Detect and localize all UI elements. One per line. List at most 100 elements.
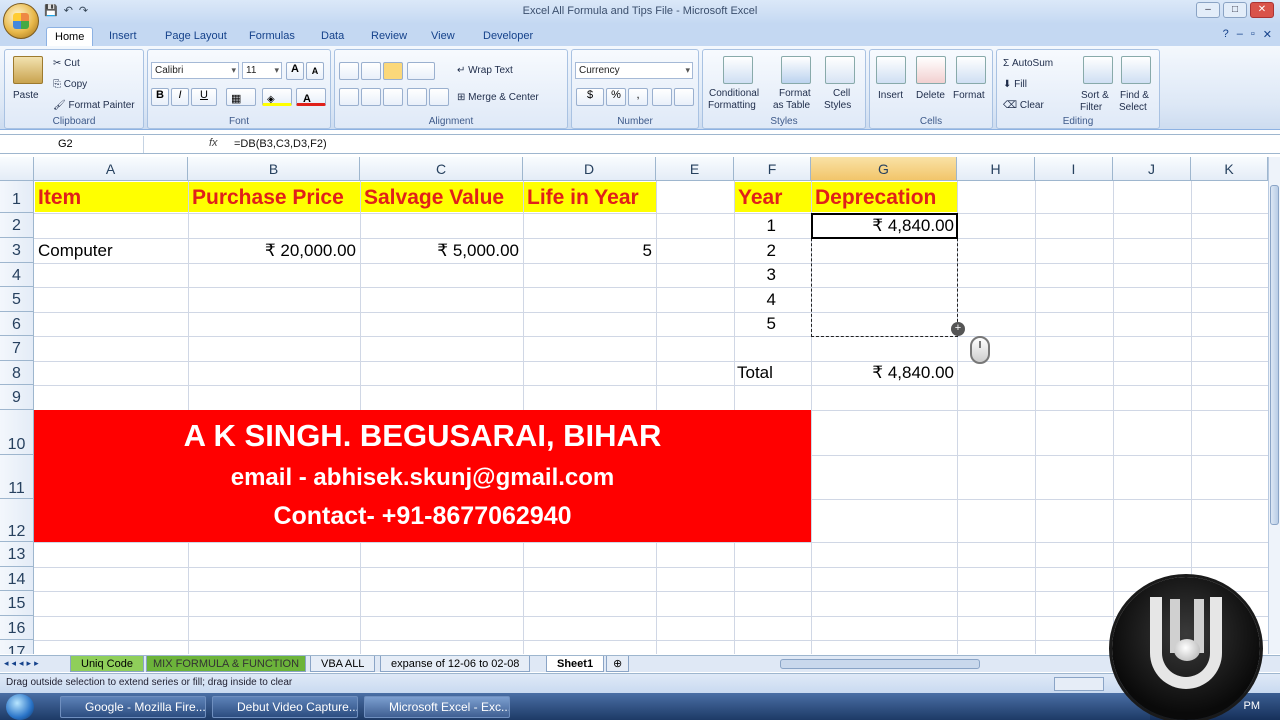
orientation-icon[interactable]	[407, 62, 435, 80]
view-buttons[interactable]	[1054, 677, 1104, 691]
row-header-15[interactable]: 15	[0, 591, 34, 616]
cell-d3[interactable]: 5	[523, 241, 652, 261]
tab-insert[interactable]: Insert	[109, 27, 137, 46]
ribbon-minimize-icon[interactable]: –	[1237, 28, 1243, 41]
column-header-i[interactable]: I	[1035, 157, 1113, 181]
fill-color-button[interactable]: ◈	[262, 88, 292, 106]
format-as-table-label[interactable]: Format	[779, 88, 811, 99]
ribbon-restore-icon[interactable]: ▫	[1251, 28, 1255, 41]
grow-font-button[interactable]: A	[286, 62, 304, 80]
delete-cells-button[interactable]: Delete	[916, 90, 945, 101]
column-header-k[interactable]: K	[1191, 157, 1268, 181]
tab-formulas[interactable]: Formulas	[249, 27, 295, 46]
minimize-button[interactable]: –	[1196, 2, 1220, 18]
row-header-10[interactable]: 10	[0, 410, 34, 455]
align-top-icon[interactable]	[339, 62, 359, 80]
font-color-button[interactable]: A	[296, 88, 326, 106]
format-as-table-label2[interactable]: as Table	[773, 100, 810, 111]
autosum-button[interactable]: Σ AutoSum	[1003, 58, 1053, 69]
sheet-tab-expanse[interactable]: expanse of 12-06 to 02-08	[380, 656, 531, 672]
column-header-h[interactable]: H	[957, 157, 1035, 181]
formula-input[interactable]: =DB(B3,C3,D3,F2)	[234, 138, 327, 150]
sheet-tab-mix-formula[interactable]: MIX FORMULA & FUNCTION	[146, 656, 307, 672]
row-header-14[interactable]: 14	[0, 567, 34, 591]
align-center-icon[interactable]	[361, 88, 381, 106]
cell-f6[interactable]: 5	[734, 314, 776, 334]
name-box[interactable]: G2	[2, 136, 144, 153]
tab-view[interactable]: View	[431, 27, 455, 46]
align-right-icon[interactable]	[383, 88, 403, 106]
row-header-16[interactable]: 16	[0, 616, 34, 640]
row-header-3[interactable]: 3	[0, 238, 34, 263]
conditional-formatting-label2[interactable]: Formatting	[708, 100, 756, 111]
column-header-j[interactable]: J	[1113, 157, 1191, 181]
start-button[interactable]	[6, 694, 34, 720]
cell-c1[interactable]: Salvage Value	[361, 182, 523, 212]
insert-sheet-icon[interactable]: ⊕	[606, 656, 630, 672]
sort-filter-icon[interactable]	[1083, 56, 1113, 84]
underline-button[interactable]: U	[191, 88, 217, 106]
sheet-tab-sheet1[interactable]: Sheet1	[546, 656, 605, 672]
fill-handle-icon[interactable]: +	[951, 322, 965, 336]
cell-f2[interactable]: 1	[734, 216, 776, 236]
copy-button[interactable]: ⎘ Copy	[53, 79, 87, 90]
merge-center-button[interactable]: ⊞ Merge & Center	[457, 92, 539, 103]
taskbar-debut[interactable]: Debut Video Capture...	[212, 696, 358, 718]
tab-review[interactable]: Review	[371, 27, 407, 46]
sheet-tab-uniq-code[interactable]: Uniq Code	[70, 656, 144, 672]
ribbon-close-icon[interactable]: ✕	[1263, 28, 1272, 41]
insert-cells-icon[interactable]	[876, 56, 906, 84]
percent-button[interactable]: %	[606, 88, 626, 106]
fill-button[interactable]: ⬇ Fill	[1003, 79, 1027, 90]
sheet-tab-vba-all[interactable]: VBA ALL	[310, 656, 376, 672]
cell-g1[interactable]: Deprecation	[812, 182, 957, 212]
font-name-select[interactable]: Calibri	[151, 62, 239, 79]
maximize-button[interactable]: □	[1223, 2, 1247, 18]
shrink-font-button[interactable]: A	[306, 62, 324, 80]
conditional-formatting-label[interactable]: Conditional	[709, 88, 759, 99]
cell-b1[interactable]: Purchase Price	[189, 182, 360, 212]
row-header-17[interactable]: 17	[0, 640, 34, 654]
cell-d1[interactable]: Life in Year	[524, 182, 656, 212]
decrease-indent-icon[interactable]	[407, 88, 427, 106]
row-header-9[interactable]: 9	[0, 385, 34, 410]
format-cells-icon[interactable]	[956, 56, 986, 84]
find-select-label2[interactable]: Select	[1119, 102, 1147, 113]
align-left-icon[interactable]	[339, 88, 359, 106]
find-select-label[interactable]: Find &	[1120, 90, 1149, 101]
increase-decimal-icon[interactable]	[652, 88, 672, 106]
sort-filter-label2[interactable]: Filter	[1080, 102, 1102, 113]
column-header-a[interactable]: A	[34, 157, 188, 181]
fx-icon[interactable]: fx	[209, 137, 218, 149]
clear-button[interactable]: ⌫ Clear	[1003, 100, 1044, 111]
row-header-5[interactable]: 5	[0, 287, 34, 312]
cell-f5[interactable]: 4	[734, 290, 776, 310]
format-painter-button[interactable]: 🖌 Format Painter	[53, 100, 135, 111]
delete-cells-icon[interactable]	[916, 56, 946, 84]
binoculars-icon[interactable]	[1121, 56, 1151, 84]
align-middle-icon[interactable]	[361, 62, 381, 80]
scrollbar-thumb[interactable]	[1270, 185, 1279, 525]
font-size-select[interactable]: 11	[242, 62, 282, 79]
cell-c3[interactable]: ₹ 5,000.00	[360, 241, 519, 261]
column-header-e[interactable]: E	[656, 157, 734, 181]
taskbar-firefox[interactable]: Google - Mozilla Fire...	[60, 696, 206, 718]
number-format-select[interactable]: Currency	[575, 62, 693, 79]
column-header-g[interactable]: G	[811, 157, 957, 181]
column-header-d[interactable]: D	[523, 157, 656, 181]
worksheet-grid[interactable]: A B C D E F G H I J K 1 2 3 4 5 6 7 8 9 …	[0, 157, 1268, 654]
currency-button[interactable]: $	[576, 88, 604, 106]
cell-g2[interactable]: ₹ 4,840.00	[811, 216, 954, 236]
tab-data[interactable]: Data	[321, 27, 344, 46]
tab-page-layout[interactable]: Page Layout	[165, 27, 227, 46]
sort-filter-label[interactable]: Sort &	[1081, 90, 1109, 101]
format-cells-button[interactable]: Format	[953, 90, 985, 101]
borders-button[interactable]: ▦	[226, 88, 256, 106]
wrap-text-button[interactable]: ↵ Wrap Text	[457, 65, 513, 76]
row-header-6[interactable]: 6	[0, 312, 34, 336]
cell-f1[interactable]: Year	[735, 182, 811, 212]
row-header-7[interactable]: 7	[0, 336, 34, 361]
row-header-2[interactable]: 2	[0, 213, 34, 238]
row-header-13[interactable]: 13	[0, 542, 34, 567]
italic-button[interactable]: I	[171, 88, 189, 106]
